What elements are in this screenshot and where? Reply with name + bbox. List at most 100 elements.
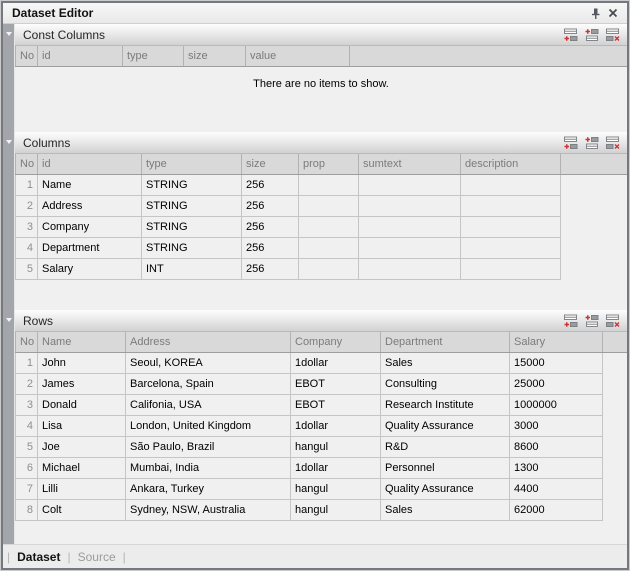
cell[interactable] [359, 258, 461, 279]
cell[interactable] [461, 258, 561, 279]
cell[interactable]: Name [38, 174, 142, 195]
tab-source[interactable]: Source [78, 550, 116, 564]
cell[interactable]: 1dollar [291, 415, 381, 436]
cell[interactable]: EBOT [291, 373, 381, 394]
cell[interactable]: Quality Assurance [381, 478, 510, 499]
delete-row-button[interactable] [604, 312, 622, 329]
cell[interactable]: 256 [242, 237, 299, 258]
cell[interactable]: STRING [142, 174, 242, 195]
column-header[interactable]: Address [126, 332, 291, 352]
cell[interactable]: STRING [142, 237, 242, 258]
delete-row-button[interactable] [604, 134, 622, 151]
cell[interactable] [299, 174, 359, 195]
cell[interactable]: 8600 [510, 436, 603, 457]
cell[interactable]: Consulting [381, 373, 510, 394]
cell[interactable]: James [38, 373, 126, 394]
add-row-button[interactable] [562, 134, 580, 151]
cell[interactable]: 256 [242, 258, 299, 279]
close-button[interactable] [604, 5, 621, 21]
cell[interactable]: 1dollar [291, 457, 381, 478]
cell[interactable]: 256 [242, 174, 299, 195]
cell[interactable]: hangul [291, 499, 381, 520]
cell[interactable]: Sales [381, 499, 510, 520]
delete-row-button[interactable] [604, 26, 622, 43]
table-row[interactable]: 2 Address STRING 256 [16, 195, 628, 216]
table-row[interactable]: 4 Lisa London, United Kingdom 1dollar Qu… [16, 415, 628, 436]
cell[interactable]: 25000 [510, 373, 603, 394]
cell[interactable]: Address [38, 195, 142, 216]
column-header[interactable]: Company [291, 332, 381, 352]
columns-header[interactable]: Columns [15, 132, 627, 154]
cell[interactable]: Quality Assurance [381, 415, 510, 436]
table-row[interactable]: 8 Colt Sydney, NSW, Australia hangul Sal… [16, 499, 628, 520]
cell[interactable] [299, 258, 359, 279]
table-row[interactable]: 2 James Barcelona, Spain EBOT Consulting… [16, 373, 628, 394]
insert-row-button[interactable] [583, 312, 601, 329]
cell[interactable]: Salary [38, 258, 142, 279]
cell[interactable] [299, 237, 359, 258]
rows-header[interactable]: Rows [15, 310, 627, 332]
cell[interactable]: 256 [242, 195, 299, 216]
column-header[interactable]: Name [38, 332, 126, 352]
column-header[interactable]: size [184, 46, 246, 66]
cell[interactable]: Lisa [38, 415, 126, 436]
cell[interactable] [461, 195, 561, 216]
column-header[interactable]: id [38, 46, 123, 66]
cell[interactable]: Seoul, KOREA [126, 352, 291, 373]
cell[interactable]: Califonia, USA [126, 394, 291, 415]
cell[interactable]: 4400 [510, 478, 603, 499]
insert-row-button[interactable] [583, 134, 601, 151]
cell[interactable]: EBOT [291, 394, 381, 415]
cell[interactable]: Department [38, 237, 142, 258]
column-header[interactable]: Salary [510, 332, 603, 352]
column-header[interactable]: No [16, 46, 38, 66]
cell[interactable]: Ankara, Turkey [126, 478, 291, 499]
cell[interactable] [299, 216, 359, 237]
cell[interactable]: Donald [38, 394, 126, 415]
column-header[interactable]: No [16, 332, 38, 352]
table-row[interactable]: 5 Salary INT 256 [16, 258, 628, 279]
cell[interactable]: Lilli [38, 478, 126, 499]
table-row[interactable]: 5 Joe São Paulo, Brazil hangul R&D 8600 [16, 436, 628, 457]
column-header[interactable]: description [461, 154, 561, 174]
cell[interactable] [461, 237, 561, 258]
insert-row-button[interactable] [583, 26, 601, 43]
pin-button[interactable] [587, 5, 604, 21]
cell[interactable]: Joe [38, 436, 126, 457]
cell[interactable]: London, United Kingdom [126, 415, 291, 436]
cell[interactable]: 3000 [510, 415, 603, 436]
cell[interactable]: Michael [38, 457, 126, 478]
cell[interactable] [299, 195, 359, 216]
cell[interactable]: 256 [242, 216, 299, 237]
column-header[interactable]: sumtext [359, 154, 461, 174]
cell[interactable]: Barcelona, Spain [126, 373, 291, 394]
collapse-rows-button[interactable] [5, 316, 13, 324]
add-row-button[interactable] [562, 312, 580, 329]
table-row[interactable]: 3 Company STRING 256 [16, 216, 628, 237]
column-header[interactable]: type [123, 46, 184, 66]
column-header[interactable]: prop [299, 154, 359, 174]
cell[interactable]: Sales [381, 352, 510, 373]
cell[interactable]: John [38, 352, 126, 373]
cell[interactable]: 15000 [510, 352, 603, 373]
cell[interactable]: Colt [38, 499, 126, 520]
cell[interactable]: Sydney, NSW, Australia [126, 499, 291, 520]
cell[interactable]: Company [38, 216, 142, 237]
cell[interactable] [359, 174, 461, 195]
table-row[interactable]: 7 Lilli Ankara, Turkey hangul Quality As… [16, 478, 628, 499]
column-header[interactable]: value [246, 46, 350, 66]
table-row[interactable]: 3 Donald Califonia, USA EBOT Research In… [16, 394, 628, 415]
cell[interactable] [359, 195, 461, 216]
table-row[interactable]: 1 John Seoul, KOREA 1dollar Sales 15000 [16, 352, 628, 373]
cell[interactable]: hangul [291, 478, 381, 499]
cell[interactable] [359, 237, 461, 258]
cell[interactable]: 1000000 [510, 394, 603, 415]
column-header[interactable]: size [242, 154, 299, 174]
cell[interactable] [461, 216, 561, 237]
cell[interactable]: INT [142, 258, 242, 279]
cell[interactable]: Personnel [381, 457, 510, 478]
cell[interactable]: Mumbai, India [126, 457, 291, 478]
cell[interactable]: São Paulo, Brazil [126, 436, 291, 457]
collapse-const-button[interactable] [5, 30, 13, 38]
tab-dataset[interactable]: Dataset [17, 550, 60, 564]
